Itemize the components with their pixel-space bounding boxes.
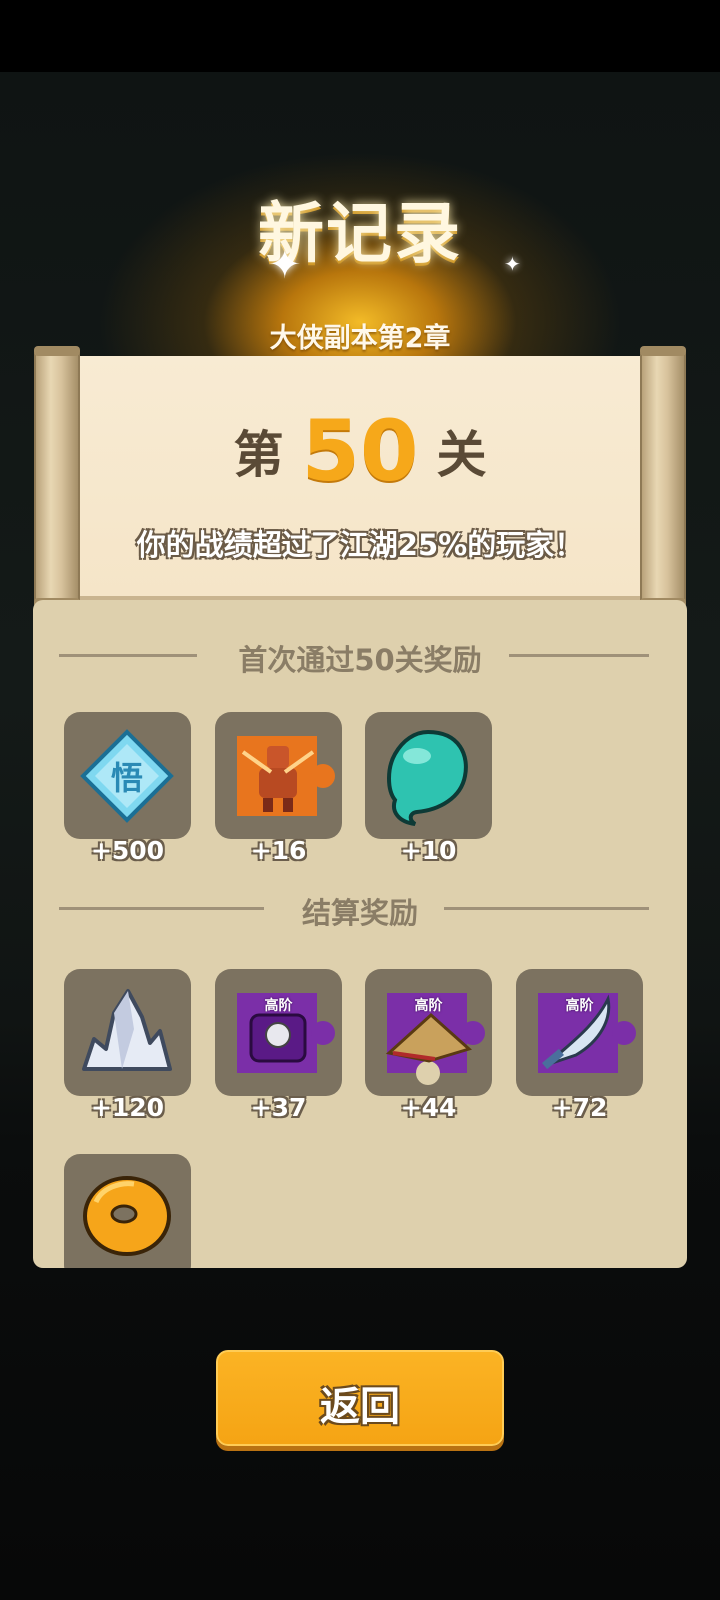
scroll-rod-right bbox=[640, 346, 686, 608]
reward-slot-armor-shard[interactable]: 高阶 bbox=[215, 969, 342, 1096]
sparkle-small-icon: ✦ bbox=[504, 252, 521, 276]
back-button[interactable]: 返回 bbox=[216, 1350, 504, 1446]
wu-diamond-icon: 悟 bbox=[80, 729, 174, 823]
rarity-badge: 高阶 bbox=[264, 998, 293, 1014]
stage-prefix: 第 bbox=[233, 426, 284, 484]
reward-slot-orb[interactable] bbox=[365, 712, 492, 839]
reward-count: +72 bbox=[551, 1093, 608, 1122]
chapter-subtitle: 大侠副本第2章 bbox=[269, 323, 451, 354]
first-clear-heading-text: 首次通过50关奖励 bbox=[238, 643, 482, 677]
silver-crystal-icon bbox=[82, 989, 172, 1071]
reward-slot-crystal[interactable] bbox=[64, 969, 191, 1096]
rarity-badge: 高阶 bbox=[565, 998, 594, 1014]
rarity-badge: 高阶 bbox=[414, 998, 443, 1014]
reward-count: +44 bbox=[400, 1093, 457, 1122]
reward-slot-hero-shard[interactable] bbox=[215, 712, 342, 839]
purple-sword-puzzle-icon bbox=[538, 993, 636, 1073]
purple-armor-puzzle-icon bbox=[237, 993, 335, 1073]
teal-orb-icon bbox=[387, 729, 468, 826]
new-record-title: 新记录 bbox=[258, 195, 462, 272]
reward-count: +16 bbox=[250, 836, 307, 865]
settlement-heading-text: 结算奖励 bbox=[301, 896, 418, 930]
purple-hat-puzzle-icon bbox=[385, 993, 485, 1085]
sparkle-icon: ✦ bbox=[268, 242, 302, 288]
back-button-label: 返回 bbox=[320, 1384, 400, 1430]
orange-hero-puzzle-icon bbox=[237, 736, 335, 816]
reward-count: +10 bbox=[400, 836, 457, 865]
reward-count: +120 bbox=[90, 1093, 165, 1122]
reward-count: +37 bbox=[250, 1093, 307, 1122]
reward-slot-hat-shard[interactable]: 高阶 bbox=[365, 969, 492, 1096]
stage-suffix: 关 bbox=[436, 426, 487, 484]
gold-ring-coin-icon bbox=[83, 1176, 171, 1256]
stage-label: 第 50 关 bbox=[80, 402, 640, 500]
settlement-heading: 结算奖励 bbox=[33, 888, 687, 930]
first-clear-heading: 首次通过50关奖励 bbox=[33, 635, 687, 677]
svg-text:悟: 悟 bbox=[111, 759, 143, 797]
beat-players-text: 你的战绩超过了江湖25%的玩家！ bbox=[136, 528, 584, 562]
reward-count: +500 bbox=[90, 836, 165, 865]
reward-panel: 首次通过50关奖励 悟 +500 +16 +10 结算奖励 +120 高阶 +3… bbox=[33, 600, 687, 1268]
stage-number: 50 bbox=[301, 402, 419, 500]
reward-slot-wu[interactable]: 悟 bbox=[64, 712, 191, 839]
scroll-rod-left bbox=[34, 346, 80, 608]
reward-slot-coin[interactable] bbox=[64, 1154, 191, 1268]
reward-slot-sword-shard[interactable]: 高阶 bbox=[516, 969, 643, 1096]
